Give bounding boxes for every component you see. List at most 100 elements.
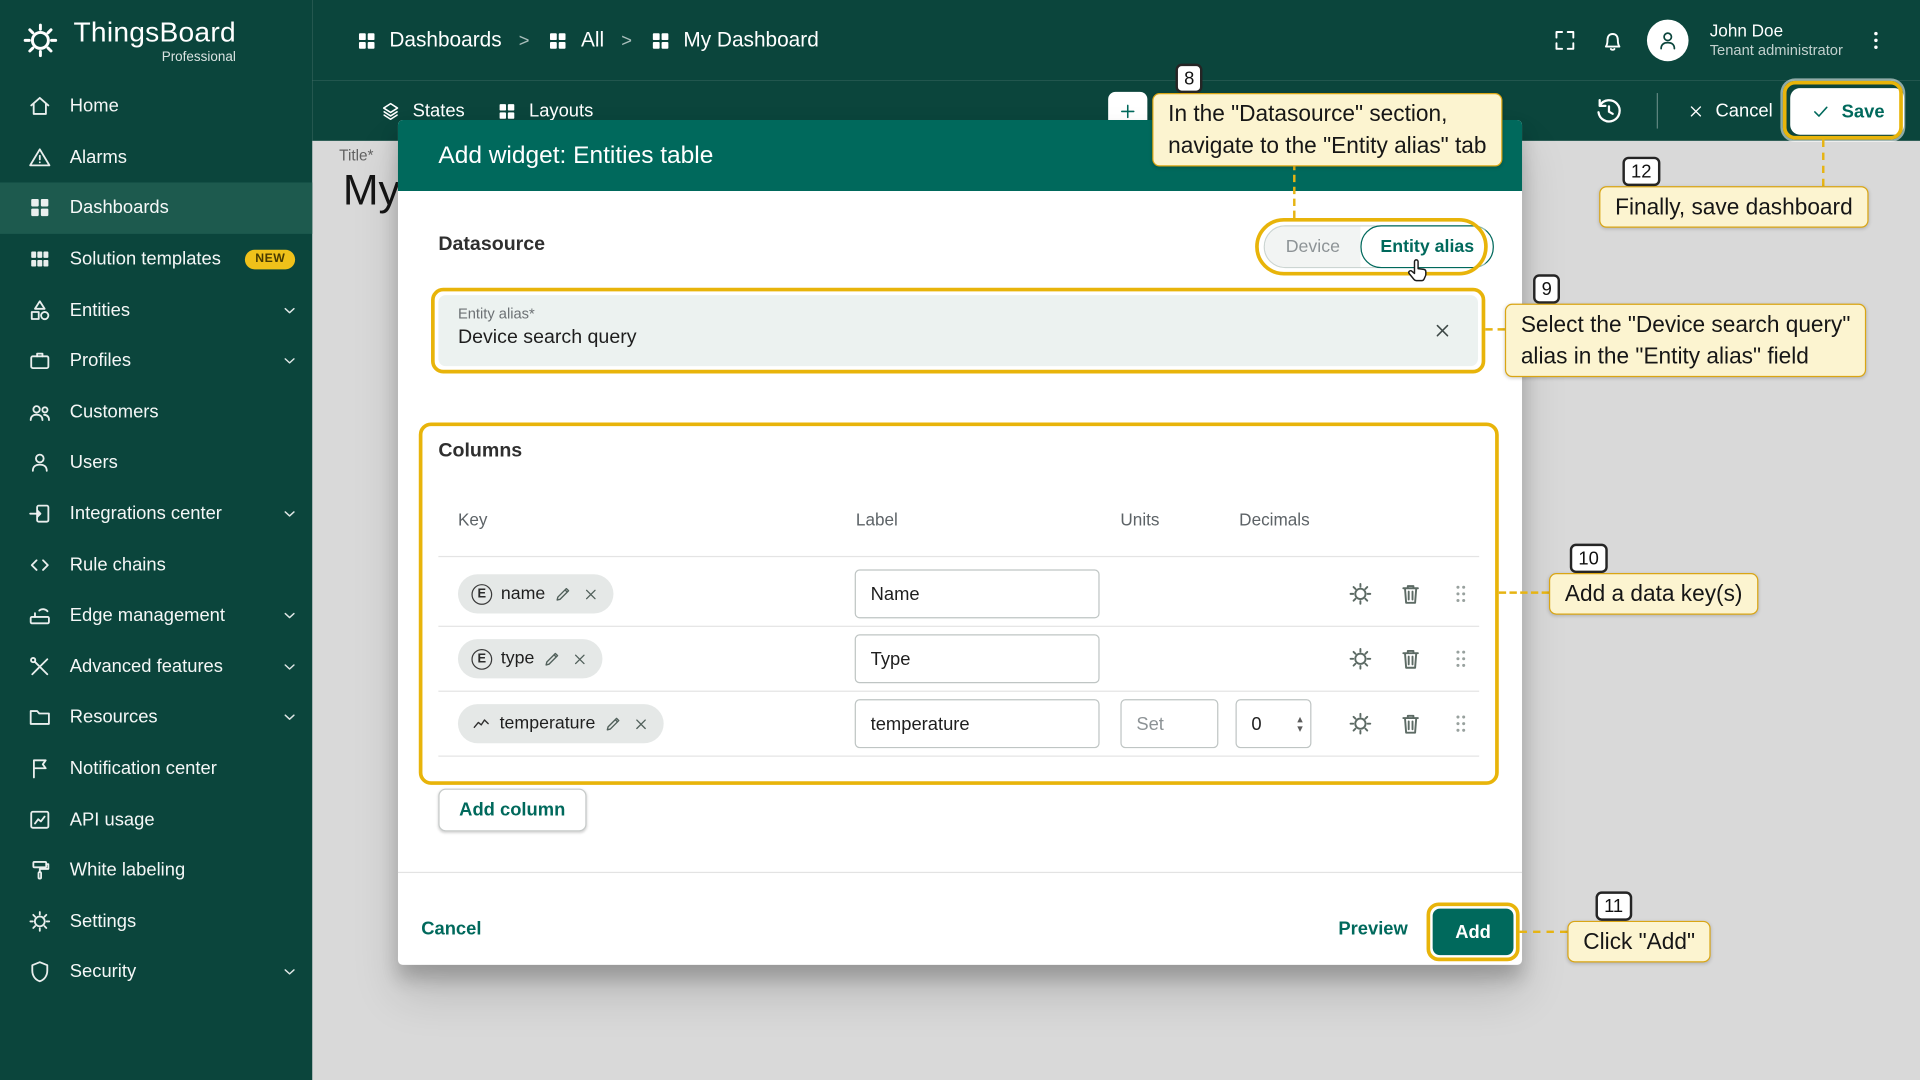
- sidebar-item-label: Dashboards: [70, 198, 300, 219]
- sidebar-item-alarms[interactable]: Alarms: [0, 132, 312, 183]
- sidebar-item-dashboards[interactable]: Dashboards: [0, 183, 312, 234]
- sidebar-item-users[interactable]: Users: [0, 437, 312, 488]
- remove-x-icon[interactable]: [582, 585, 600, 603]
- datakey-label: name: [501, 584, 545, 604]
- dashboards-icon: [355, 29, 378, 52]
- column-settings-gear-icon[interactable]: [1347, 580, 1374, 607]
- topbar: Dashboards > All > My Dashboard John Doe…: [312, 0, 1920, 81]
- toolbar-divider: [1657, 93, 1658, 129]
- add-column-button[interactable]: Add column: [438, 789, 586, 832]
- table-divider: [438, 756, 1479, 757]
- edge-icon: [27, 603, 53, 629]
- sidebar-item-settings[interactable]: Settings: [0, 896, 312, 947]
- rule-chains-icon: [27, 552, 53, 578]
- entity-alias-field[interactable]: Entity alias* Device search query: [438, 295, 1478, 366]
- users-icon: [27, 450, 53, 476]
- kebab-menu-icon[interactable]: [1864, 28, 1888, 52]
- callout-12: Finally, save dashboard: [1599, 186, 1868, 228]
- sidebar-item-rule-chains[interactable]: Rule chains: [0, 539, 312, 590]
- sidebar-item-advanced-features[interactable]: Advanced features: [0, 641, 312, 692]
- datasource-type-toggle: Device Entity alias: [1264, 225, 1494, 268]
- remove-x-icon[interactable]: [571, 650, 589, 668]
- sidebar-item-label: Entities: [70, 300, 262, 321]
- new-badge: NEW: [245, 249, 295, 269]
- column-delete-trash-icon[interactable]: [1397, 645, 1424, 672]
- dashboards-icon: [27, 195, 53, 221]
- entities-icon: [27, 297, 53, 323]
- sidebar-item-label: Security: [70, 962, 262, 983]
- drag-handle-icon[interactable]: [1449, 647, 1473, 671]
- edit-pencil-icon[interactable]: [543, 649, 563, 669]
- layouts-icon: [496, 100, 518, 122]
- dashboards-icon: [649, 29, 672, 52]
- user-info[interactable]: John Doe Tenant administrator: [1710, 20, 1843, 61]
- column-delete-trash-icon[interactable]: [1397, 580, 1424, 607]
- states-icon: [380, 100, 402, 122]
- preview-button[interactable]: Preview: [1338, 918, 1407, 939]
- sidebar-item-label: API usage: [70, 809, 300, 830]
- save-button[interactable]: Save: [1790, 88, 1904, 135]
- callout-number-10: 10: [1570, 544, 1608, 573]
- datakey-chip-temperature[interactable]: temperature: [458, 704, 664, 743]
- column-settings-gear-icon[interactable]: [1347, 710, 1374, 737]
- chevron-down-icon: [279, 503, 300, 524]
- clear-icon[interactable]: [1431, 320, 1453, 342]
- topbar-actions: John Doe Tenant administrator: [1552, 20, 1920, 62]
- datakey-chip-name[interactable]: E name: [458, 574, 614, 613]
- edit-pencil-icon[interactable]: [554, 584, 574, 604]
- callout-number-9: 9: [1533, 274, 1560, 303]
- notifications-bell-icon[interactable]: [1600, 27, 1627, 54]
- resources-icon: [27, 705, 53, 731]
- dashboard-title-value[interactable]: My: [343, 167, 400, 216]
- dialog-cancel-button[interactable]: Cancel: [421, 918, 481, 939]
- stepper-arrows-icon[interactable]: ▴▾: [1297, 714, 1303, 734]
- callout-text-line: Select the "Device search query": [1521, 309, 1851, 341]
- column-delete-trash-icon[interactable]: [1397, 710, 1424, 737]
- dialog-add-button[interactable]: Add: [1433, 909, 1514, 956]
- column-label-input[interactable]: [855, 634, 1100, 683]
- timeseries-icon: [471, 714, 491, 734]
- units-input[interactable]: [1120, 699, 1218, 748]
- column-header-label: Label: [856, 509, 898, 529]
- column-settings-gear-icon[interactable]: [1347, 645, 1374, 672]
- add-widget-dialog: Add widget: Entities table Datasource De…: [398, 120, 1522, 965]
- sidebar: ThingsBoard Professional HomeAlarms Dashb…: [0, 0, 312, 1080]
- tab-device[interactable]: Device: [1265, 227, 1361, 267]
- breadcrumb-item-all[interactable]: All: [547, 28, 604, 52]
- drag-handle-icon[interactable]: [1449, 711, 1473, 735]
- datakey-chip-type[interactable]: E type: [458, 639, 603, 678]
- chevron-down-icon: [279, 962, 300, 983]
- sidebar-item-label: Settings: [70, 911, 300, 932]
- column-row: E name: [398, 566, 1522, 622]
- brand-edition: Professional: [162, 50, 236, 65]
- app-logo[interactable]: ThingsBoard Professional: [0, 0, 312, 81]
- sidebar-item-api-usage[interactable]: API usage: [0, 794, 312, 845]
- entity-alias-field-label: Entity alias*: [458, 305, 535, 322]
- sidebar-item-entities[interactable]: Entities: [0, 285, 312, 336]
- sidebar-item-profiles[interactable]: Profiles: [0, 335, 312, 386]
- callout-text-line: alias in the "Entity alias" field: [1521, 340, 1851, 372]
- avatar[interactable]: [1647, 20, 1689, 62]
- sidebar-item-resources[interactable]: Resources: [0, 692, 312, 743]
- breadcrumb-label: All: [581, 28, 604, 52]
- decimals-input[interactable]: 0 ▴▾: [1236, 699, 1312, 748]
- column-label-input[interactable]: [855, 569, 1100, 618]
- column-header-key: Key: [458, 509, 488, 529]
- breadcrumb-item-dashboards[interactable]: Dashboards: [355, 28, 502, 52]
- sidebar-item-solution-templates[interactable]: Solution templatesNEW: [0, 234, 312, 285]
- cancel-edit-button[interactable]: Cancel: [1686, 81, 1773, 141]
- fullscreen-icon[interactable]: [1552, 27, 1579, 54]
- sidebar-item-label: White labeling: [70, 860, 300, 881]
- column-label-input[interactable]: [855, 699, 1100, 748]
- sidebar-item-notification-center[interactable]: Notification center: [0, 743, 312, 794]
- sidebar-item-integrations-center[interactable]: Integrations center: [0, 488, 312, 539]
- drag-handle-icon[interactable]: [1449, 582, 1473, 606]
- sidebar-item-white-labeling[interactable]: White labeling: [0, 845, 312, 896]
- remove-x-icon[interactable]: [632, 714, 650, 732]
- history-icon[interactable]: [1593, 96, 1625, 128]
- edit-pencil-icon[interactable]: [604, 714, 624, 734]
- sidebar-item-home[interactable]: Home: [0, 81, 312, 132]
- sidebar-item-customers[interactable]: Customers: [0, 386, 312, 437]
- sidebar-item-edge-management[interactable]: Edge management: [0, 590, 312, 641]
- sidebar-item-security[interactable]: Security: [0, 947, 312, 998]
